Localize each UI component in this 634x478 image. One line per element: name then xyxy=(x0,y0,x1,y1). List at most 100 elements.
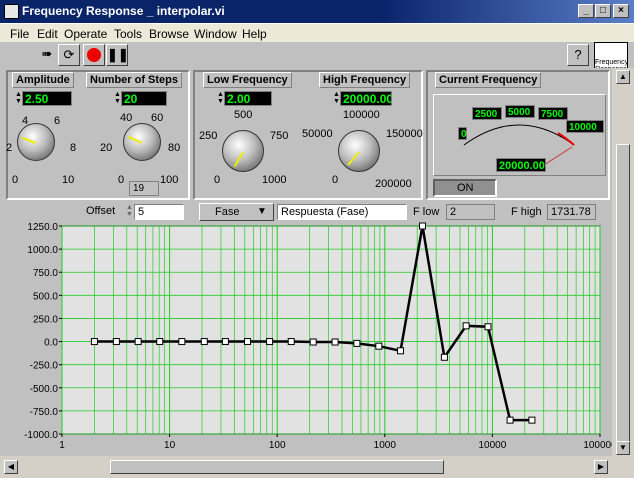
y-tick-label: -500.0 xyxy=(30,384,59,395)
data-point xyxy=(134,338,142,346)
scroll-left-icon[interactable]: ◀ xyxy=(4,460,18,474)
vi-app-icon[interactable] xyxy=(4,4,19,19)
high-frequency-tick: 100000 xyxy=(343,109,380,121)
frequency-response-graph[interactable]: 1250.0 1000.0 750.0 500.0 250.0 0.0 -250.0 -500… xyxy=(0,220,612,456)
menu-browse[interactable]: Browse xyxy=(149,27,189,41)
high-frequency-knob[interactable] xyxy=(338,130,380,172)
steps-tick: 100 xyxy=(160,174,179,186)
high-frequency-tick: 0 xyxy=(332,174,339,186)
amplitude-tick: 0 xyxy=(12,174,19,186)
menu-window[interactable]: Window xyxy=(194,27,237,41)
minimize-button[interactable]: _ xyxy=(578,4,594,18)
f-high-value: 1731.78 xyxy=(547,204,596,220)
amplitude-tick: 10 xyxy=(62,174,75,186)
run-continuously-icon[interactable]: ⟳ xyxy=(58,44,80,66)
data-point xyxy=(331,338,339,346)
plot-name-field[interactable]: Respuesta (Fase) xyxy=(277,204,407,220)
pause-icon[interactable]: ❚❚ xyxy=(106,44,129,66)
data-point xyxy=(112,338,120,346)
y-tick-label: 1000.0 xyxy=(27,245,58,256)
x-tick-label: 1000 xyxy=(374,440,397,451)
help-button[interactable]: ? xyxy=(567,44,589,66)
low-frequency-value[interactable]: 2.00 xyxy=(224,91,272,106)
y-tick-label: -250.0 xyxy=(30,361,59,372)
meter-tick: 7500 xyxy=(538,107,568,120)
steps-tick: 40 xyxy=(120,112,133,124)
steps-tick: 0 xyxy=(118,174,125,186)
data-point xyxy=(178,338,186,346)
on-button[interactable]: ON xyxy=(433,179,497,197)
data-point xyxy=(484,323,492,331)
steps-spinner[interactable]: ▲ ▼ xyxy=(114,91,121,106)
x-tick-label: 10000 xyxy=(478,440,506,451)
amplitude-label: Amplitude xyxy=(12,72,74,88)
offset-label: Offset xyxy=(86,205,116,217)
steps-tick: 80 xyxy=(168,142,181,154)
y-tick-label: 750.0 xyxy=(33,268,58,279)
close-button[interactable]: × xyxy=(613,4,629,18)
y-tick-label: -750.0 xyxy=(30,407,59,418)
current-frequency-meter: 0 2500 5000 7500 10000 20000.00 xyxy=(433,94,606,176)
current-frequency-value: 20000.00 xyxy=(496,158,546,172)
low-frequency-knob-pointer xyxy=(233,151,244,168)
menu-file[interactable]: File xyxy=(10,27,29,41)
data-point xyxy=(418,222,426,230)
meter-tick: 2500 xyxy=(472,107,502,120)
horizontal-scroll-thumb[interactable] xyxy=(110,460,444,474)
low-frequency-spinner[interactable]: ▲ ▼ xyxy=(217,91,224,106)
amplitude-tick: 6 xyxy=(54,115,61,127)
amplitude-tick: 2 xyxy=(6,142,13,154)
horizontal-scrollbar[interactable]: ◀ ▶ xyxy=(0,456,612,478)
data-point xyxy=(266,338,274,346)
vertical-scroll-thumb[interactable] xyxy=(616,144,630,444)
steps-knob[interactable] xyxy=(123,123,161,161)
amplitude-knob[interactable] xyxy=(17,123,55,161)
low-frequency-tick: 0 xyxy=(214,174,221,186)
menu-edit[interactable]: Edit xyxy=(37,27,58,41)
meter-tick: 10000 xyxy=(566,120,604,133)
menu-operate[interactable]: Operate xyxy=(64,27,107,41)
mode-select[interactable]: Fase ▼ xyxy=(199,203,274,221)
scroll-right-icon[interactable]: ▶ xyxy=(594,460,608,474)
offset-input[interactable]: 5 xyxy=(134,204,184,220)
f-low-value: 2 xyxy=(446,204,495,220)
low-frequency-label: Low Frequency xyxy=(203,72,292,88)
window-title: Frequency Response _ interpolar.vi xyxy=(22,4,225,18)
high-frequency-knob-pointer xyxy=(347,151,360,166)
low-frequency-knob[interactable] xyxy=(222,130,264,172)
data-point xyxy=(375,342,383,350)
offset-spinner[interactable]: ▲ ▼ xyxy=(126,204,133,220)
data-point xyxy=(200,338,208,346)
steps-readout: 19 xyxy=(129,181,159,196)
high-frequency-value[interactable]: 20000.00 xyxy=(340,91,392,106)
current-frequency-label: Current Frequency xyxy=(435,72,542,88)
data-point xyxy=(353,339,361,347)
high-frequency-spinner[interactable]: ▲ ▼ xyxy=(333,91,340,106)
data-point xyxy=(528,416,536,424)
amplitude-spinner[interactable]: ▲ ▼ xyxy=(15,91,22,106)
steps-value[interactable]: 20 xyxy=(121,91,167,106)
maximize-button[interactable]: □ xyxy=(595,4,611,18)
amplitude-value[interactable]: 2.50 xyxy=(22,91,72,106)
low-frequency-tick: 1000 xyxy=(262,174,287,186)
scroll-down-icon[interactable]: ▼ xyxy=(616,441,630,455)
x-tick-label: 100000 xyxy=(583,440,612,451)
scroll-up-icon[interactable]: ▲ xyxy=(616,70,630,84)
abort-icon[interactable] xyxy=(83,44,105,66)
size-grip xyxy=(612,456,634,478)
steps-tick: 20 xyxy=(100,142,113,154)
menu-tools[interactable]: Tools xyxy=(114,27,142,41)
plot-area xyxy=(61,225,601,435)
y-tick-label: -1000.0 xyxy=(24,430,58,441)
x-tick-label: 10 xyxy=(164,440,176,451)
y-tick-label: 250.0 xyxy=(33,314,58,325)
vertical-scrollbar[interactable]: ▲ ▼ xyxy=(612,68,634,456)
data-point xyxy=(90,338,98,346)
data-point xyxy=(221,338,229,346)
chevron-down-icon: ▼ xyxy=(257,206,267,217)
run-arrow-icon[interactable]: ➠ xyxy=(36,44,58,66)
data-point xyxy=(462,322,470,330)
menu-help[interactable]: Help xyxy=(242,27,267,41)
y-tick-label: 1250.0 xyxy=(27,222,58,233)
amplitude-tick: 8 xyxy=(70,142,77,154)
